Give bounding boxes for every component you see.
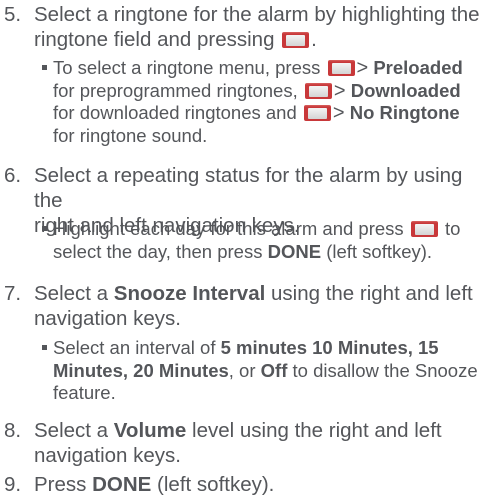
bullet-line: to disallow the Snooze <box>292 359 478 381</box>
step-number: 9. <box>4 473 22 496</box>
step-7: 7. Select a Snooze Interval using the ri… <box>0 281 486 331</box>
setting-snooze-interval: Snooze Interval <box>113 282 266 305</box>
manual-page: 5. Select a ringtone for the alarm by hi… <box>0 0 488 497</box>
step-line: level using the right and left <box>192 419 442 442</box>
step-text: Select a ringtone for the alarm by highl… <box>34 2 486 52</box>
bullet-text: To select a ringtone menu, press > Prelo… <box>53 57 486 147</box>
step-line: Select a <box>34 419 109 442</box>
step-line: (left softkey). <box>157 473 275 496</box>
bullet-line: To select a ringtone menu, press <box>53 57 321 78</box>
bullet-icon <box>42 345 47 350</box>
step-8: 8. Select a Volume level using the right… <box>0 418 486 468</box>
step-line: Press <box>34 473 87 496</box>
bullet-icon <box>42 65 47 70</box>
step-line: Select a ringtone for the alarm by highl… <box>34 3 480 26</box>
step-punct: . <box>311 28 317 51</box>
bullet-line: select the day, then press <box>53 240 263 262</box>
option-preloaded: Preloaded <box>373 57 463 78</box>
menu-ok-key-icon <box>410 221 438 237</box>
bullet-line: for preprogrammed ringtones, <box>53 79 298 101</box>
step-line: ringtone field and pressing <box>34 28 275 51</box>
step-line: using the right and left <box>271 282 473 305</box>
bullet-line: Select an interval of <box>53 337 216 358</box>
bullet-line: to <box>444 218 461 239</box>
step-number: 8. <box>4 419 22 442</box>
bullet-line: Highlight each day for this alarm and pr… <box>53 218 404 239</box>
setting-volume: Volume <box>113 419 187 442</box>
step-line: Select a repeating status for the alarm … <box>34 164 463 212</box>
interval-off: Off <box>260 359 288 381</box>
bullet-line: , or <box>228 359 256 381</box>
option-no-ringtone: No Ringtone <box>349 102 460 123</box>
gt-sign: > <box>333 79 346 102</box>
bullet-line: (left softkey). <box>326 240 433 262</box>
bullet-line: for ringtone sound. <box>53 124 208 146</box>
gt-sign: > <box>356 57 369 79</box>
softkey-done: DONE <box>92 473 152 496</box>
interval-options: 5 minutes 10 Minutes, 15 <box>220 337 439 358</box>
bullet-icon <box>42 226 47 231</box>
bullet-line: for downloaded ringtones and <box>53 102 297 123</box>
step-text: Select a Snooze Interval using the right… <box>34 281 486 331</box>
step-line: navigation keys. <box>34 444 182 467</box>
bullet-text: Highlight each day for this alarm and pr… <box>53 218 486 263</box>
step-number: 7. <box>4 282 22 305</box>
step-number: 6. <box>4 164 22 187</box>
softkey-done: DONE <box>267 240 322 262</box>
menu-ok-key-icon <box>282 32 310 48</box>
gt-sign: > <box>332 102 345 124</box>
step-line: Select a <box>34 282 109 305</box>
bullet-text: Select an interval of 5 minutes 10 Minut… <box>53 337 486 405</box>
option-downloaded: Downloaded <box>350 79 461 101</box>
menu-ok-key-icon <box>304 82 332 99</box>
step-line: navigation keys. <box>34 307 182 330</box>
step-9: 9. Press DONE (left softkey). <box>0 472 486 497</box>
step-6-bullet: Highlight each day for this alarm and pr… <box>0 218 486 263</box>
menu-ok-key-icon <box>327 60 355 76</box>
menu-ok-key-icon <box>303 105 331 121</box>
step-7-bullet: Select an interval of 5 minutes 10 Minut… <box>0 337 486 405</box>
step-text: Press DONE (left softkey). <box>34 472 486 497</box>
step-5-bullet: To select a ringtone menu, press > Prelo… <box>0 57 486 147</box>
interval-options: Minutes, 20 Minutes <box>53 359 229 381</box>
step-5: 5. Select a ringtone for the alarm by hi… <box>0 2 486 52</box>
step-text: Select a Volume level using the right an… <box>34 418 486 468</box>
step-number: 5. <box>4 3 22 26</box>
bullet-line: feature. <box>53 382 116 403</box>
